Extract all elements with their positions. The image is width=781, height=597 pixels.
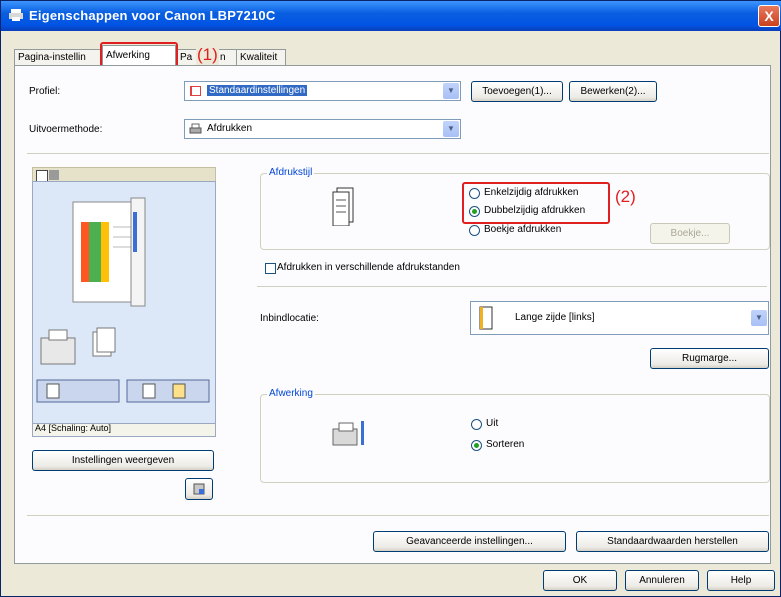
print-icon [189,123,202,134]
tab-paper-source-label-end: n [220,52,226,63]
printer-status-icon [193,483,205,495]
divider [27,153,769,154]
view-settings-button[interactable]: Instellingen weergeven [32,450,214,471]
properties-dialog: Eigenschappen voor Canon LBP7210C X Pagi… [0,0,781,597]
profile-icon [190,86,201,96]
divider [27,515,769,516]
output-method-label: Uitvoermethode: [29,124,103,135]
help-button[interactable]: Help [707,570,775,591]
close-button[interactable]: X [758,5,780,27]
gutter-button[interactable]: Rugmarge... [650,348,769,369]
tab-quality[interactable]: Kwaliteit [236,49,286,66]
duplex-page-preview-image [36,197,210,403]
restore-defaults-button[interactable]: Standaardwaarden herstellen [576,531,769,552]
chevron-down-icon[interactable]: ▼ [751,310,767,326]
chevron-down-icon[interactable]: ▼ [443,83,459,99]
cancel-button[interactable]: Annuleren [625,570,699,591]
add-profile-button[interactable]: Toevoegen(1)... [471,81,563,102]
profile-value: Standaardinstellingen [207,85,308,96]
booklet-radio[interactable] [469,225,480,236]
finishing-off-label: Uit [486,418,499,429]
callout-label-1: (1) [196,45,219,65]
booklet-button[interactable]: Boekje... [650,223,730,244]
callout-box-2 [462,182,610,224]
printer-icon [9,9,23,21]
finishing-title: Afwerking [267,388,315,399]
output-method-value: Afdrukken [207,123,253,134]
collate-icon [332,421,364,446]
duplex-book-icon [332,187,354,226]
callout-label-2: (2) [615,187,636,206]
printer-view-icon[interactable] [49,170,59,180]
binding-location-label: Inbindlocatie: [260,313,319,324]
binding-location-value: Lange zijde [links] [515,312,595,323]
finishing-off-radio[interactable] [471,419,482,430]
tab-paper-source-label: Pa [180,52,193,63]
tab-page-setup[interactable]: Pagina-instellin [14,49,106,66]
ok-button[interactable]: OK [543,570,617,591]
preview-status: A4 [Schaling: Auto] [35,423,112,433]
finishing-collate-radio[interactable] [471,440,482,451]
mixed-orientation-label: Afdrukken in verschillende afdrukstanden [277,262,460,273]
long-edge-left-icon [479,306,493,330]
print-style-title: Afdrukstijl [267,167,315,178]
booklet-label: Boekje afdrukken [484,224,562,235]
window-title: Eigenschappen voor Canon LBP7210C [29,8,276,23]
page-preview [32,181,216,425]
mixed-orientation-checkbox[interactable] [265,263,276,274]
divider [257,286,767,287]
output-method-select[interactable]: Afdrukken ▼ [184,119,461,139]
finishing-collate-label: Sorteren [486,439,525,450]
profile-label: Profiel: [29,86,61,97]
advanced-settings-button[interactable]: Geavanceerde instellingen... [373,531,566,552]
preview-status-bar: A4 [Schaling: Auto] [32,423,216,437]
edit-profile-button[interactable]: Bewerken(2)... [569,81,657,102]
chevron-down-icon[interactable]: ▼ [443,121,459,137]
printer-info-button[interactable] [185,478,213,500]
binding-location-select[interactable]: Lange zijde [links] ▼ [470,301,769,335]
profile-select[interactable]: Standaardinstellingen ▼ [184,81,461,101]
title-bar[interactable]: Eigenschappen voor Canon LBP7210C X [1,1,781,31]
